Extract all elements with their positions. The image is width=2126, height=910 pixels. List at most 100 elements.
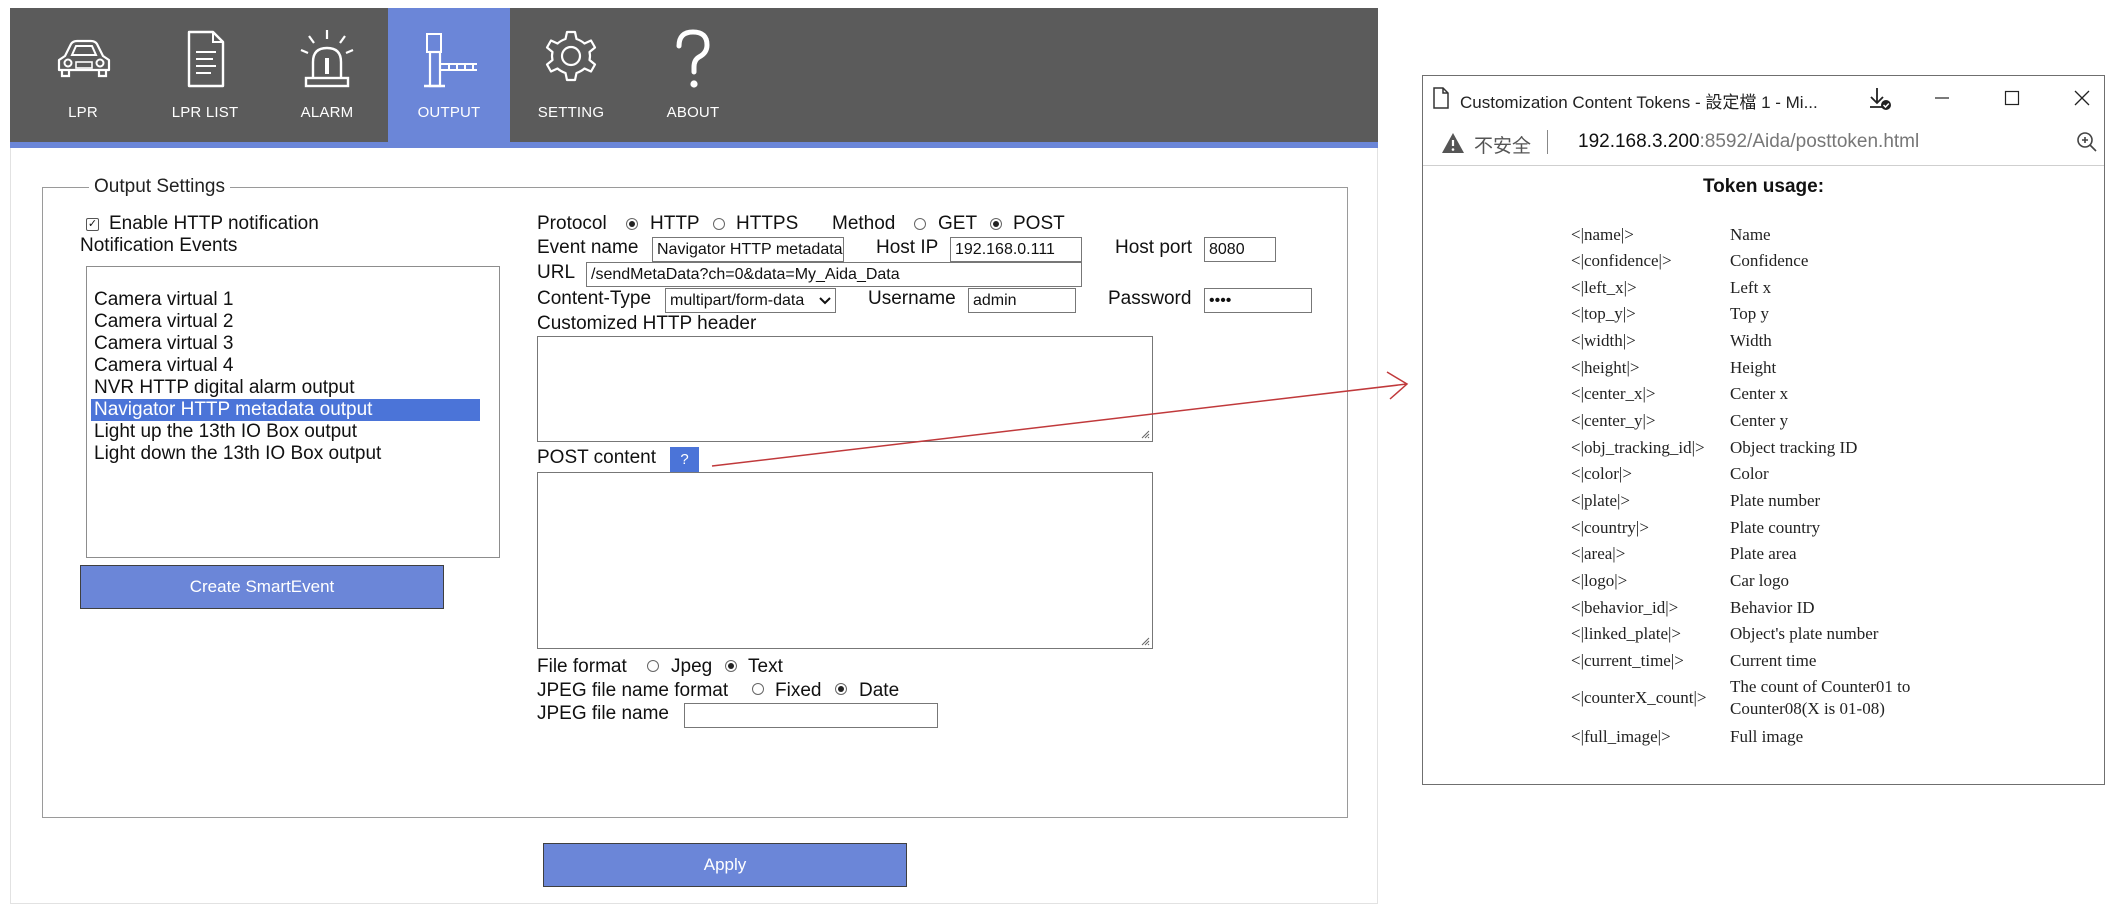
host-ip-input[interactable]: 192.168.0.111 bbox=[950, 237, 1082, 262]
method-get-radio[interactable] bbox=[914, 218, 926, 230]
token-desc: Center x bbox=[1730, 384, 1789, 403]
list-item-selected[interactable]: Navigator HTTP metadata output bbox=[91, 399, 480, 421]
close-icon[interactable] bbox=[2074, 90, 2090, 106]
nav-label: LPR LIST bbox=[171, 104, 239, 121]
list-item[interactable]: Light down the 13th IO Box output bbox=[91, 443, 480, 465]
jpeg-name-date-radio[interactable] bbox=[835, 683, 847, 695]
url-host: 192.168.3.200 bbox=[1578, 131, 1700, 152]
token-desc: Top y bbox=[1730, 304, 1769, 323]
protocol-https-radio[interactable] bbox=[713, 218, 725, 230]
notification-events-label: Notification Events bbox=[80, 235, 238, 256]
resize-grip-icon[interactable] bbox=[1140, 429, 1150, 439]
nav-label: SETTING bbox=[537, 104, 605, 121]
content-type-select[interactable]: multipart/form-data bbox=[665, 288, 836, 313]
nav-item-setting[interactable]: SETTING bbox=[510, 8, 632, 142]
nav-label: LPR bbox=[68, 104, 98, 121]
token-name: <|left_x|> bbox=[1571, 278, 1637, 297]
popup-title: Customization Content Tokens - 設定檔 1 - M… bbox=[1460, 93, 1818, 112]
siren-icon bbox=[300, 30, 354, 88]
file-format-text-label: Text bbox=[748, 656, 783, 677]
token-name: <|height|> bbox=[1571, 358, 1640, 377]
create-smartevent-button[interactable]: Create SmartEvent bbox=[80, 565, 444, 609]
download-icon[interactable] bbox=[1867, 86, 1893, 112]
zoom-icon[interactable] bbox=[2076, 131, 2098, 153]
list-item[interactable]: NVR HTTP digital alarm output bbox=[91, 377, 480, 399]
method-post-radio[interactable] bbox=[990, 218, 1002, 230]
jpeg-name-fixed-label: Fixed bbox=[775, 680, 822, 701]
popup-address-bar: 不安全 192.168.3.200:8592/Aida/posttoken.ht… bbox=[1423, 120, 2104, 166]
token-desc: Behavior ID bbox=[1730, 598, 1815, 617]
top-navigation-bar: LPR LPR LIST ALARM OUTPUT SETTING ABOUT bbox=[10, 8, 1378, 142]
minimize-icon[interactable] bbox=[1934, 90, 1950, 106]
password-label: Password bbox=[1108, 288, 1192, 309]
protocol-http-label: HTTP bbox=[650, 213, 700, 234]
list-item[interactable]: Camera virtual 1 bbox=[91, 289, 480, 311]
resize-grip-icon[interactable] bbox=[1140, 636, 1150, 646]
nav-item-lpr[interactable]: LPR bbox=[22, 8, 144, 142]
token-name: <|center_x|> bbox=[1571, 384, 1656, 403]
list-item[interactable]: Light up the 13th IO Box output bbox=[91, 421, 480, 443]
nav-label: ALARM bbox=[300, 104, 354, 121]
host-ip-label: Host IP bbox=[876, 237, 939, 258]
token-desc: The count of Counter01 to bbox=[1730, 677, 1911, 696]
host-port-input[interactable]: 8080 bbox=[1204, 237, 1276, 262]
post-content-textarea[interactable] bbox=[537, 472, 1153, 649]
token-name: <|counterX_count|> bbox=[1571, 688, 1707, 707]
nav-label: OUTPUT bbox=[417, 104, 481, 121]
page-icon bbox=[1433, 87, 1449, 109]
token-name: <|top_y|> bbox=[1571, 304, 1636, 323]
token-name: <|plate|> bbox=[1571, 491, 1631, 510]
security-label[interactable]: 不安全 bbox=[1474, 131, 1531, 158]
nav-item-output[interactable]: OUTPUT bbox=[388, 8, 510, 142]
token-name: <|linked_plate|> bbox=[1571, 624, 1682, 643]
jpeg-name-label: JPEG file name bbox=[537, 703, 669, 724]
password-input[interactable]: •••• bbox=[1204, 288, 1312, 313]
protocol-http-radio[interactable] bbox=[626, 218, 638, 230]
enable-http-checkbox[interactable]: ✓ bbox=[86, 218, 99, 231]
method-get-label: GET bbox=[938, 213, 978, 234]
post-content-help-button[interactable]: ? bbox=[670, 447, 699, 472]
token-name: <|color|> bbox=[1571, 464, 1632, 483]
jpeg-name-input[interactable] bbox=[684, 703, 938, 728]
token-name: <|center_y|> bbox=[1571, 411, 1656, 430]
nav-accent-line bbox=[10, 142, 1378, 148]
jpeg-name-fixed-radio[interactable] bbox=[752, 683, 764, 695]
list-item[interactable]: Camera virtual 4 bbox=[91, 355, 480, 377]
token-desc: Full image bbox=[1730, 727, 1804, 746]
token-name: <|obj_tracking_id|> bbox=[1571, 438, 1705, 457]
token-name: <|country|> bbox=[1571, 518, 1649, 537]
warning-icon[interactable] bbox=[1441, 132, 1465, 154]
post-content-label: POST content bbox=[537, 447, 656, 468]
token-usage-heading: Token usage: bbox=[1702, 176, 1825, 197]
token-desc: Object tracking ID bbox=[1730, 438, 1858, 457]
token-desc: Width bbox=[1730, 331, 1772, 350]
event-name-input[interactable]: Navigator HTTP metadata output bbox=[652, 237, 844, 262]
apply-button[interactable]: Apply bbox=[543, 843, 907, 887]
method-post-label: POST bbox=[1013, 213, 1065, 234]
token-name: <|behavior_id|> bbox=[1571, 598, 1679, 617]
popup-url[interactable]: 192.168.3.200:8592/Aida/posttoken.html bbox=[1578, 131, 1919, 153]
url-input[interactable]: /sendMetaData?ch=0&data=My_Aida_Data bbox=[586, 262, 1082, 287]
file-format-label: File format bbox=[537, 656, 627, 677]
car-icon bbox=[57, 39, 111, 78]
nav-item-alarm[interactable]: ALARM bbox=[266, 8, 388, 142]
jpeg-name-date-label: Date bbox=[859, 680, 900, 701]
custom-header-textarea[interactable] bbox=[537, 336, 1153, 442]
list-item[interactable]: Camera virtual 2 bbox=[91, 311, 480, 333]
nav-item-lpr-list[interactable]: LPR LIST bbox=[144, 8, 266, 142]
protocol-label: Protocol bbox=[537, 213, 607, 234]
token-name: <|width|> bbox=[1571, 331, 1636, 350]
notification-events-list[interactable]: Camera virtual 1 Camera virtual 2 Camera… bbox=[86, 266, 500, 558]
method-label: Method bbox=[832, 213, 896, 234]
popup-title-bar: Customization Content Tokens - 設定檔 1 - M… bbox=[1423, 76, 2104, 120]
protocol-https-label: HTTPS bbox=[736, 213, 799, 234]
file-format-jpeg-radio[interactable] bbox=[647, 660, 659, 672]
content-type-label: Content-Type bbox=[537, 288, 652, 309]
file-format-text-radio[interactable] bbox=[725, 660, 737, 672]
nav-item-about[interactable]: ABOUT bbox=[632, 8, 754, 142]
list-item[interactable]: Camera virtual 3 bbox=[91, 333, 480, 355]
username-label: Username bbox=[868, 288, 956, 309]
username-input[interactable]: admin bbox=[968, 288, 1076, 313]
token-name: <|confidence|> bbox=[1571, 251, 1672, 270]
maximize-icon[interactable] bbox=[2004, 90, 2020, 106]
